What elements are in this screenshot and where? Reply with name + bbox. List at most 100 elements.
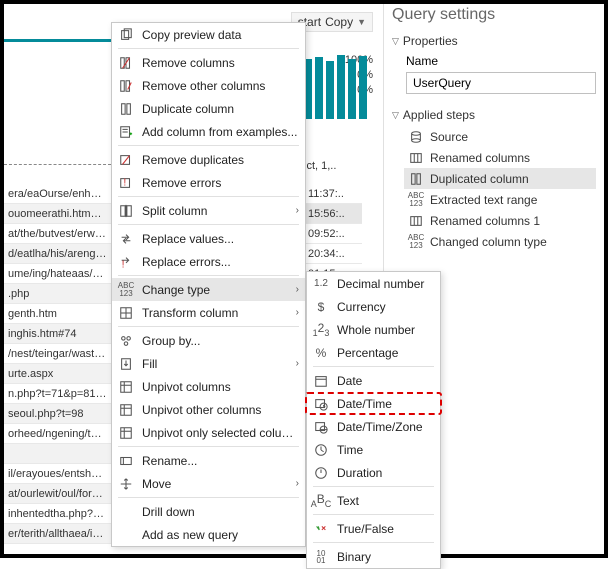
- menu-item-label: Drill down: [142, 505, 299, 519]
- submenu-item-label: Duration: [337, 466, 434, 480]
- menu-item-add-as-new-query[interactable]: Add as new query: [112, 523, 305, 546]
- menu-item-label: Duplicate column: [142, 102, 299, 116]
- data-column-left: era/eaOurse/enhades,ouomeerathi.htm#03at…: [4, 184, 111, 544]
- submenu-item-whole-number[interactable]: 123 Whole number: [307, 318, 440, 341]
- step-label: Extracted text range: [430, 193, 537, 207]
- submenu-item-currency[interactable]: $ Currency: [307, 295, 440, 318]
- submenu-item-date[interactable]: Date: [307, 369, 440, 392]
- applied-step-duplicated-column[interactable]: Duplicated column: [404, 168, 596, 189]
- submenu-item-label: Time: [337, 443, 434, 457]
- menu-item-drill-down[interactable]: Drill down: [112, 500, 305, 523]
- menu-item-unpivot-other-columns[interactable]: Unpivot other columns: [112, 398, 305, 421]
- rename-cols-icon: [408, 150, 424, 166]
- properties-header[interactable]: ▽ Properties: [392, 30, 596, 52]
- table-row[interactable]: 20:34:..: [304, 244, 362, 264]
- table-row[interactable]: 11:37:..: [304, 184, 362, 204]
- $-icon: $: [313, 299, 329, 315]
- applied-step-extracted-text-range[interactable]: ABC123 Extracted text range: [404, 189, 596, 210]
- submenu-item-percentage[interactable]: % Percentage: [307, 341, 440, 364]
- table-row[interactable]: inhentedtha.php?t=3: [4, 504, 111, 524]
- menu-item-unpivot-columns[interactable]: Unpivot columns: [112, 375, 305, 398]
- menu-item-move[interactable]: Move ›: [112, 472, 305, 495]
- menu-item-rename[interactable]: Rename...: [112, 449, 305, 472]
- table-row[interactable]: inghis.htm#74: [4, 324, 111, 344]
- table-row[interactable]: [4, 444, 111, 464]
- table-row[interactable]: 15:56:..: [304, 204, 362, 224]
- menu-item-split-column[interactable]: Split column ›: [112, 199, 305, 222]
- table-row[interactable]: ouomeerathi.htm#03: [4, 204, 111, 224]
- menu-item-label: Unpivot other columns: [142, 403, 299, 417]
- applied-step-changed-column-type[interactable]: ABC123 Changed column type: [404, 231, 596, 252]
- table-row[interactable]: il/erayoues/entshoes,: [4, 464, 111, 484]
- table-row[interactable]: at/the/butvest/erwayc: [4, 224, 111, 244]
- applied-step-source[interactable]: Source: [404, 126, 596, 147]
- dur-icon: [313, 465, 329, 481]
- submenu-item-text[interactable]: ABC Text: [307, 489, 440, 512]
- applied-steps-header[interactable]: ▽ Applied steps: [392, 104, 596, 126]
- menu-item-transform-column[interactable]: Transform column ›: [112, 301, 305, 324]
- menu-item-duplicate-column[interactable]: Duplicate column: [112, 97, 305, 120]
- menu-item-label: Rename...: [142, 454, 299, 468]
- transform-icon: [118, 305, 134, 321]
- submenu-item-true-false[interactable]: True/False: [307, 517, 440, 540]
- -icon: [118, 527, 134, 543]
- step-label: Renamed columns 1: [430, 214, 540, 228]
- table-row[interactable]: ume/ing/hateaas/ome: [4, 264, 111, 284]
- table-row[interactable]: n.php?t=71&p=8180: [4, 384, 111, 404]
- distribution-bars: [304, 49, 367, 119]
- submenu-item-binary[interactable]: 1001 Binary: [307, 545, 440, 568]
- table-row[interactable]: era/eaOurse/enhades,: [4, 184, 111, 204]
- step-label: Changed column type: [430, 235, 547, 249]
- menu-item-remove-other-columns[interactable]: Remove other columns: [112, 74, 305, 97]
- abc123-icon: ABC123: [408, 192, 424, 208]
- menu-item-remove-columns[interactable]: Remove columns: [112, 51, 305, 74]
- table-row[interactable]: seoul.php?t=98: [4, 404, 111, 424]
- menu-item-replace-errors[interactable]: ! Replace errors...: [112, 250, 305, 273]
- menu-item-label: Change type: [142, 283, 288, 297]
- menu-item-label: Remove other columns: [142, 79, 299, 93]
- menu-item-remove-duplicates[interactable]: Remove duplicates: [112, 148, 305, 171]
- submenu-item-date-time-zone[interactable]: Date/Time/Zone: [307, 415, 440, 438]
- column-header-divider: [4, 39, 111, 42]
- submenu-item-time[interactable]: Time: [307, 438, 440, 461]
- submenu-item-decimal-number[interactable]: 1.2 Decimal number: [307, 272, 440, 295]
- applied-step-renamed-columns[interactable]: Renamed columns: [404, 147, 596, 168]
- duplicate-icon: [408, 171, 424, 187]
- step-label: Duplicated column: [430, 172, 529, 186]
- tf-icon: [313, 521, 329, 537]
- submenu-item-duration[interactable]: Duration: [307, 461, 440, 484]
- menu-item-fill[interactable]: Fill ›: [112, 352, 305, 375]
- abc123-icon: ABC123: [118, 282, 134, 298]
- submenu-item-label: Date/Time: [337, 397, 434, 411]
- table-row[interactable]: .php: [4, 284, 111, 304]
- editor-pane: start Copy ▼ 100% 0% 0% ict, 1,.. era/ea…: [4, 4, 384, 554]
- cal-icon: [313, 373, 329, 389]
- table-row[interactable]: genth.htm: [4, 304, 111, 324]
- menu-item-label: Remove errors: [142, 176, 299, 190]
- table-row[interactable]: urte.aspx: [4, 364, 111, 384]
- unpivot-icon: [118, 379, 134, 395]
- menu-item-label: Add as new query: [142, 528, 299, 542]
- replace-val-icon: [118, 231, 134, 247]
- applied-step-renamed-columns[interactable]: Renamed columns 1: [404, 210, 596, 231]
- menu-item-label: Unpivot only selected columns: [142, 426, 299, 440]
- menu-item-replace-values[interactable]: Replace values...: [112, 227, 305, 250]
- menu-item-label: Transform column: [142, 306, 288, 320]
- dashed-separator: [4, 164, 111, 165]
- query-name-input[interactable]: [406, 72, 596, 94]
- submenu-item-date-time[interactable]: Date/Time: [307, 392, 440, 415]
- menu-item-copy-preview-data[interactable]: Copy preview data: [112, 23, 305, 46]
- table-row[interactable]: er/terith/allthaea/ionyouarewa 1993-03-0…: [4, 524, 111, 544]
- menu-item-add-column-from-examples[interactable]: Add column from examples...: [112, 120, 305, 143]
- menu-item-change-type[interactable]: ABC123 Change type ›: [112, 278, 305, 301]
- table-row[interactable]: 09:52:..: [304, 224, 362, 244]
- table-row[interactable]: orheed/ngening/tono: [4, 424, 111, 444]
- table-row[interactable]: /nest/teingar/wasthth: [4, 344, 111, 364]
- table-row[interactable]: at/ourlewit/oul/forbut: [4, 484, 111, 504]
- menu-item-group-by[interactable]: Group by...: [112, 329, 305, 352]
- menu-item-remove-errors[interactable]: ! Remove errors: [112, 171, 305, 194]
- table-row[interactable]: d/eatlha/his/arengyor: [4, 244, 111, 264]
- menu-item-label: Split column: [142, 204, 288, 218]
- add-example-icon: [118, 124, 134, 140]
- menu-item-unpivot-only-selected-columns[interactable]: Unpivot only selected columns: [112, 421, 305, 444]
